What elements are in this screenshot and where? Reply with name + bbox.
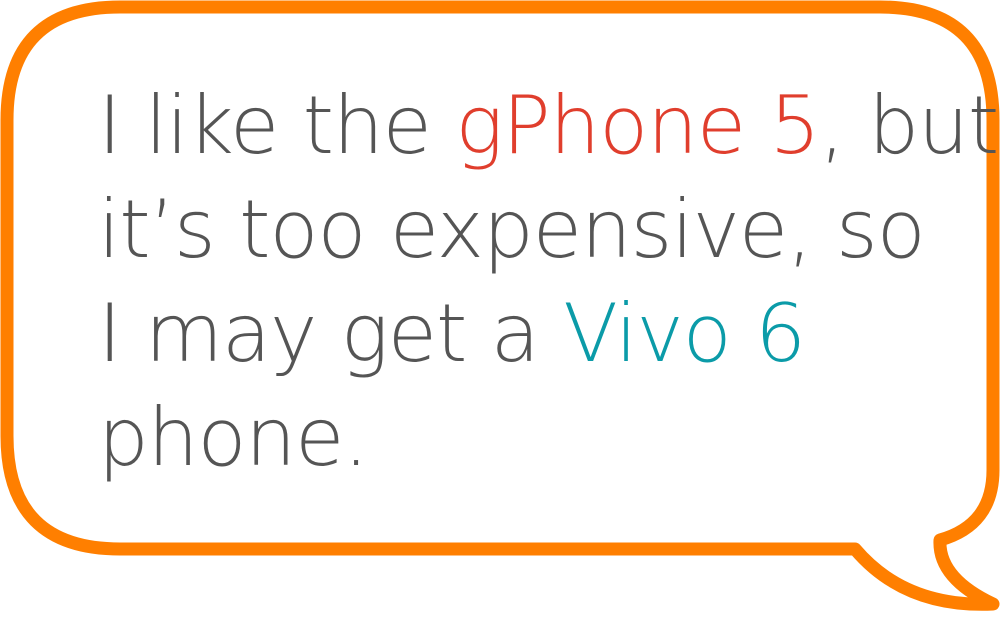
text-line-3-start: I may get a <box>98 287 564 380</box>
text-line-1-end: , but <box>819 79 999 172</box>
product-name-gphone: gPhone 5 <box>455 79 820 172</box>
speech-text: I like the gPhone 5, but it’s too expens… <box>98 74 999 490</box>
product-name-vivo: Vivo 6 <box>563 287 806 380</box>
text-line-1-start: I like the <box>98 79 456 172</box>
text-line-3: I may get a Vivo 6 <box>98 282 958 386</box>
text-line-4: phone. <box>98 391 369 484</box>
speech-bubble: I like the gPhone 5, but it’s too expens… <box>0 0 1000 617</box>
text-line-2: it’s too expensive, so <box>98 183 926 276</box>
text-line-1: I like the gPhone 5, but <box>98 74 999 178</box>
